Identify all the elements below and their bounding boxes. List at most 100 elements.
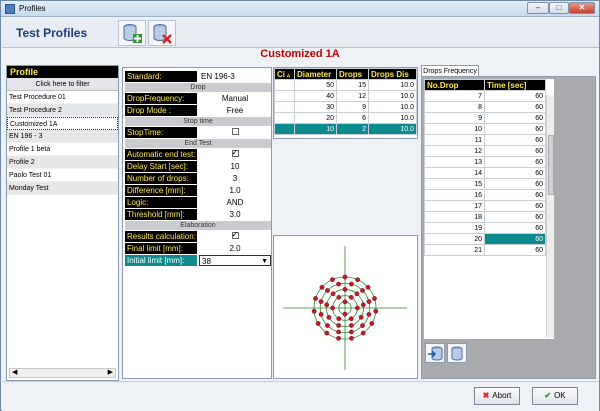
ok-button[interactable]: ✔ OK [532,387,578,405]
grid-cell[interactable]: 10.0 [368,123,417,135]
drop-number-cell[interactable]: 7 [424,90,485,102]
drops-row[interactable]: 7 60 [424,90,546,102]
scroll-left-icon[interactable]: ◀ [12,368,17,376]
drops-row[interactable]: 20 60 [424,233,546,245]
col-time[interactable]: Time [sec] [484,79,546,91]
drop-number-cell[interactable]: 16 [424,189,485,201]
drop-number-cell[interactable]: 21 [424,244,485,256]
threshold-field[interactable]: 3.0 [199,209,271,220]
drop-time-cell[interactable]: 60 [484,112,546,124]
profile-list-item[interactable]: Test Procedure 01 [7,91,118,104]
drop-time-cell[interactable]: 60 [484,211,546,223]
drop-number-cell[interactable]: 19 [424,222,485,234]
scroll-thumb[interactable] [548,135,554,195]
drops-row[interactable]: 12 60 [424,145,546,157]
grid-row[interactable]: 40 12 10.0 [274,90,417,102]
minimize-button[interactable]: – [527,2,549,14]
drops-row[interactable]: 13 60 [424,156,546,168]
drops-row[interactable]: 18 60 [424,211,546,223]
grid-cell[interactable]: 10.0 [368,79,417,91]
grid-row[interactable]: 10 2 10.0 [274,123,417,135]
profile-list-item[interactable]: Paolo Test 01 [7,169,118,182]
delay-field[interactable]: 10 [199,161,271,172]
profile-list-item[interactable]: Profile 2 [7,156,118,169]
drops-row[interactable]: 11 60 [424,134,546,146]
drops-row[interactable]: 8 60 [424,101,546,113]
drop-number-cell[interactable]: 17 [424,200,485,212]
drop-time-cell[interactable]: 60 [484,233,546,245]
drop-number-cell[interactable]: 13 [424,156,485,168]
dropmode-field[interactable]: Free [199,105,271,116]
drop-time-cell[interactable]: 60 [484,178,546,190]
drops-row[interactable]: 14 60 [424,167,546,179]
grid-cell[interactable]: 2 [336,123,369,135]
standard-field[interactable]: EN 196-3 [199,71,271,82]
grid-row[interactable]: 50 15 10.0 [274,79,417,91]
grid-cell[interactable]: 10.0 [368,101,417,113]
drops-row[interactable]: 9 60 [424,112,546,124]
grid-cell[interactable]: 10 [294,123,337,135]
auto-end-checkbox[interactable] [231,147,239,158]
profile-list-item[interactable]: EN 196 - 3 [7,130,118,143]
profile-list-item[interactable]: Profile 1 beta [7,143,118,156]
drop-time-cell[interactable]: 60 [484,123,546,135]
col-drops-dis[interactable]: Drops Dis [368,68,417,80]
drop-time-cell[interactable]: 60 [484,134,546,146]
drop-time-cell[interactable]: 60 [484,156,546,168]
drop-number-cell[interactable]: 10 [424,123,485,135]
grid-cell[interactable]: 20 [294,112,337,124]
grid-cell[interactable]: 9 [336,101,369,113]
add-profile-button[interactable] [118,20,146,46]
drops-row[interactable]: 21 60 [424,244,546,256]
drop-number-cell[interactable]: 8 [424,101,485,113]
filter-button[interactable]: Click here to filter [7,78,118,91]
stoptime-checkbox[interactable] [231,128,239,136]
difference-field[interactable]: 1.0 [199,185,271,196]
results-checkbox[interactable] [231,229,239,240]
drop-number-cell[interactable]: 15 [424,178,485,190]
initial-limit-field[interactable]: 38 ▼ [199,255,271,266]
scroll-right-icon[interactable]: ▶ [108,368,113,376]
grid-cell[interactable]: 12 [336,90,369,102]
drop-time-cell[interactable]: 60 [484,167,546,179]
drop-number-cell[interactable]: 9 [424,112,485,124]
grid-cell[interactable]: 30 [294,101,337,113]
drops-row[interactable]: 16 60 [424,189,546,201]
drop-time-cell[interactable]: 60 [484,244,546,256]
grid-cell[interactable]: 40 [294,90,337,102]
drop-time-cell[interactable]: 60 [484,90,546,102]
close-button[interactable]: ✕ [569,2,595,14]
profile-list-item[interactable]: Customized 1A [7,117,118,130]
grid-row[interactable]: 30 9 10.0 [274,101,417,113]
ndrops-field[interactable]: 3 [199,173,271,184]
grid-cell[interactable]: 10.0 [368,112,417,124]
grid-cell[interactable]: 10.0 [368,90,417,102]
drop-number-cell[interactable]: 14 [424,167,485,179]
drop-time-cell[interactable]: 60 [484,200,546,212]
drop-number-cell[interactable]: 11 [424,134,485,146]
drops-row[interactable]: 10 60 [424,123,546,135]
grid-cell[interactable]: 50 [294,79,337,91]
col-diameter[interactable]: Diameter [294,68,337,80]
col-ci[interactable]: Ci ▵ [274,68,295,80]
drop-time-cell[interactable]: 60 [484,145,546,157]
dropdown-arrow-icon[interactable]: ▼ [261,256,268,267]
drop-time-cell[interactable]: 60 [484,189,546,201]
grid-cell[interactable]: 15 [336,79,369,91]
profile-list-item[interactable]: Test Procedure 2 [7,104,118,117]
profile-list-item[interactable]: Monday Test [7,182,118,195]
drop-number-cell[interactable]: 12 [424,145,485,157]
vertical-scrollbar[interactable] [546,95,554,337]
drop-number-cell[interactable]: 20 [424,233,485,245]
drops-row[interactable]: 17 60 [424,200,546,212]
drops-row[interactable]: 15 60 [424,178,546,190]
dropfreq-field[interactable]: Manual [199,93,271,104]
drops-row[interactable]: 19 60 [424,222,546,234]
drop-number-cell[interactable]: 18 [424,211,485,223]
drop-time-cell[interactable]: 60 [484,101,546,113]
horizontal-scrollbar[interactable]: ◀ ▶ [9,368,116,378]
final-limit-field[interactable]: 2.0 [199,243,271,254]
delete-profile-button[interactable] [148,20,176,46]
logic-field[interactable]: AND [199,197,271,208]
col-no-drop[interactable]: No.Drop [424,79,485,91]
